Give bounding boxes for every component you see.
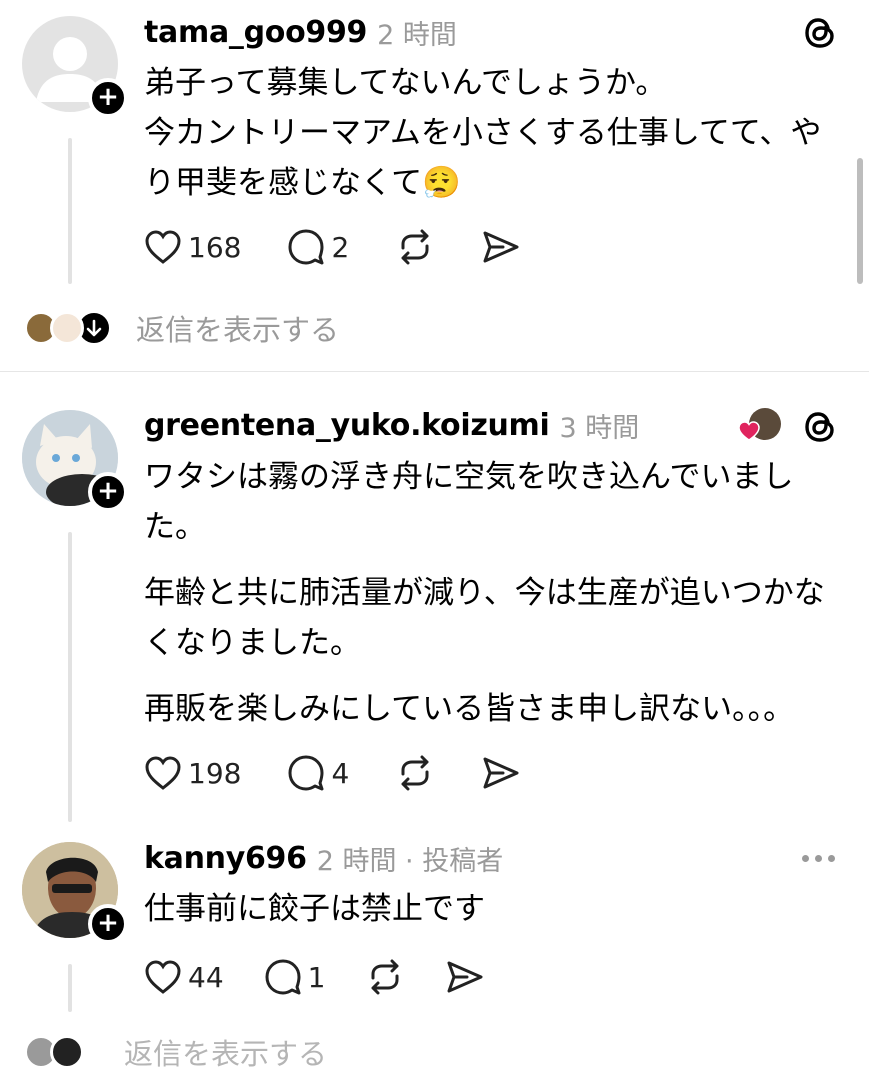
post-text: 弟子って募集してないんでしょうか。 今カントリーマアムを小さくする仕事してて、や… (144, 58, 834, 208)
heart-icon (145, 756, 181, 790)
like-count: 44 (188, 960, 224, 994)
thread-line (68, 964, 72, 1012)
post-paragraph: 今カントリーマアムを小さくする仕事してて、やり甲斐を感じなくて😮‍💨 (144, 115, 822, 201)
divider (0, 371, 869, 372)
like-count: 198 (188, 756, 242, 790)
username[interactable]: tama_goo999 (144, 15, 367, 50)
post-paragraph: ワタシは霧の浮き舟に空気を吹き込んでいました。 (144, 459, 794, 545)
repost-icon (401, 229, 429, 265)
avatar-kanny[interactable]: + (22, 842, 128, 944)
timestamp: 2 時間 · 投稿者 (316, 845, 504, 877)
post-header: greentena_yuko.koizumi 3 時間 (144, 405, 639, 445)
repost-button[interactable] (395, 228, 435, 266)
repost-button[interactable] (365, 958, 405, 996)
threads-icon[interactable] (803, 14, 837, 56)
reply-button[interactable]: 2 (287, 228, 349, 266)
share-icon (483, 757, 519, 789)
reply-button[interactable]: 4 (287, 754, 349, 792)
thread-line (68, 532, 72, 822)
share-button[interactable] (445, 959, 485, 995)
share-icon (447, 961, 483, 993)
comment-icon (288, 755, 324, 791)
action-bar: 44 1 (144, 952, 531, 1002)
share-icon (483, 231, 519, 263)
username[interactable]: kanny696 (144, 841, 307, 876)
follow-plus-icon[interactable]: + (88, 904, 128, 944)
reply-count: 1 (307, 960, 326, 994)
heart-icon (145, 960, 181, 994)
repost-icon (371, 959, 399, 995)
like-button[interactable]: 198 (144, 755, 241, 791)
avatar-tama[interactable]: + (22, 16, 128, 118)
action-bar: 168 2 (144, 222, 567, 272)
like-count: 168 (188, 230, 242, 264)
show-replies-row[interactable]: 返信を表示する (24, 306, 339, 350)
threads-icon[interactable] (803, 408, 837, 450)
reply-button[interactable]: 1 (264, 958, 326, 996)
repost-icon (401, 755, 429, 791)
heart-filled-icon (738, 421, 760, 441)
show-replies-row[interactable]: 返信を表示する (24, 1030, 327, 1074)
follow-plus-icon[interactable]: + (88, 472, 128, 512)
timestamp: 2 時間 (377, 19, 457, 51)
replier-avatar (50, 1035, 84, 1069)
post-paragraph: 仕事前に餃子は禁止です (144, 891, 485, 927)
repost-button[interactable] (395, 754, 435, 792)
thread-line (68, 138, 72, 284)
heart-icon (145, 230, 181, 264)
show-replies-link[interactable]: 返信を表示する (124, 1031, 327, 1073)
post-paragraph: 年齢と共に肺活量が減り、今は生産が追いつかなくなりました。 (144, 575, 825, 661)
reply-count: 4 (331, 756, 350, 790)
share-button[interactable] (481, 755, 521, 791)
timestamp: 3 時間 (559, 412, 640, 444)
replier-avatar (50, 311, 84, 345)
post-header: kanny696 2 時間 · 投稿者 (144, 838, 503, 878)
username[interactable]: greentena_yuko.koizumi (144, 408, 550, 443)
post-text: 仕事前に餃子は禁止です (144, 884, 834, 934)
comment-icon (265, 959, 301, 995)
post-header: tama_goo999 2 時間 (144, 12, 457, 52)
action-bar: 198 4 (144, 748, 567, 798)
avatar-greentena[interactable]: + (22, 410, 128, 512)
post-paragraph: 再販を楽しみにしている皆さま申し訳ない。。。 (144, 691, 795, 727)
like-button[interactable]: 168 (144, 229, 241, 265)
reply-count: 2 (331, 230, 350, 264)
show-replies-link[interactable]: 返信を表示する (136, 307, 339, 349)
more-icon[interactable] (802, 855, 835, 862)
like-button[interactable]: 44 (144, 959, 224, 995)
scrollbar[interactable] (857, 158, 863, 284)
liked-by-indicator[interactable] (737, 406, 781, 446)
post-text: ワタシは霧の浮き舟に空気を吹き込んでいました。 年齢と共に肺活量が減り、今は生産… (144, 452, 834, 734)
comment-icon (288, 229, 324, 265)
share-button[interactable] (481, 229, 521, 265)
post-paragraph: 弟子って募集してないんでしょうか。 (144, 65, 667, 101)
follow-plus-icon[interactable]: + (88, 78, 128, 118)
